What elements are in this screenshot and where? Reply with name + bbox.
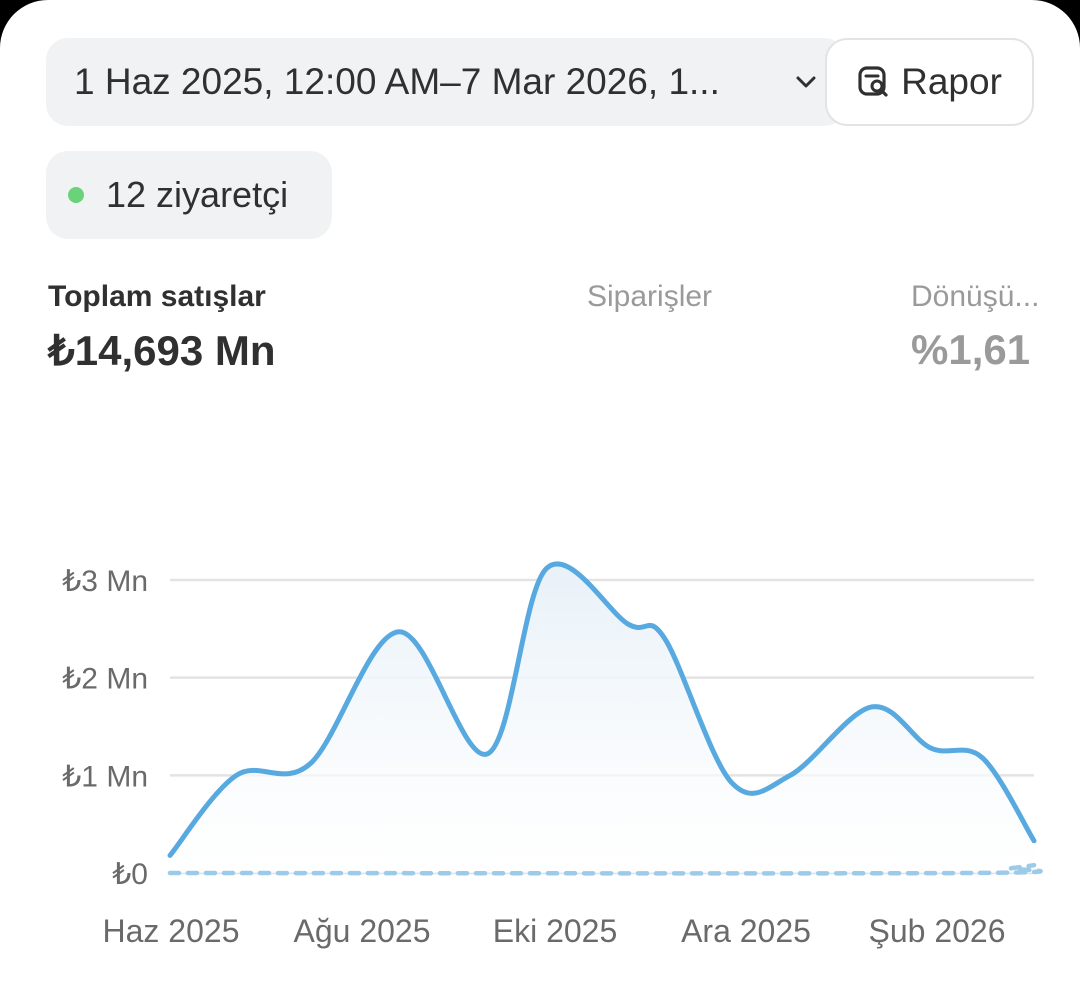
y-tick-label: ₺0 (112, 858, 148, 891)
report-search-icon (858, 66, 888, 97)
sales-chart: ₺0 ₺1 Mn ₺2 Mn ₺3 Mn Haz 2025 Ağu 2025 Eki 202… (62, 561, 1043, 949)
x-tick-label: Eki 2025 (493, 913, 618, 949)
date-range-text: 1 Haz 2025, 12:00 AM–7 Mar 2026, 1... (74, 61, 720, 102)
visitors-label: 12 ziyaretçi (106, 174, 289, 215)
chevron-down-icon (796, 76, 816, 88)
metric-value: ₺14,693 Mn (48, 327, 276, 374)
y-tick-label: ₺1 Mn (62, 760, 148, 793)
metric-conversion[interactable]: Dönüşü... %1,61 (911, 280, 1039, 374)
metric-label: Siparişler (587, 280, 713, 313)
metric-total-sales[interactable]: Toplam satışlar ₺14,693 Mn (48, 280, 276, 375)
y-tick-label: ₺2 Mn (62, 663, 148, 696)
y-tick-label: ₺3 Mn (62, 565, 148, 598)
metric-value: %1,61 (911, 326, 1031, 373)
visitors-badge[interactable]: 12 ziyaretçi (46, 151, 332, 239)
metric-label: Dönüşü... (911, 280, 1040, 313)
x-tick-label: Ara 2025 (681, 913, 811, 949)
x-tick-label: Şub 2026 (868, 913, 1005, 949)
report-card: 1 Haz 2025, 12:00 AM–7 Mar 2026, 1... Ra… (0, 0, 1080, 1000)
metric-label: Toplam satışlar (48, 280, 266, 313)
x-tick-label: Haz 2025 (103, 913, 240, 949)
live-status-dot (68, 187, 84, 203)
series-area (170, 563, 1034, 873)
report-button-label: Rapor (901, 61, 1002, 102)
report-button[interactable]: Rapor (825, 38, 1034, 126)
date-range-picker[interactable]: 1 Haz 2025, 12:00 AM–7 Mar 2026, 1... (46, 38, 846, 126)
metric-orders[interactable]: Siparişler (587, 280, 712, 326)
x-tick-label: Ağu 2025 (293, 913, 430, 949)
